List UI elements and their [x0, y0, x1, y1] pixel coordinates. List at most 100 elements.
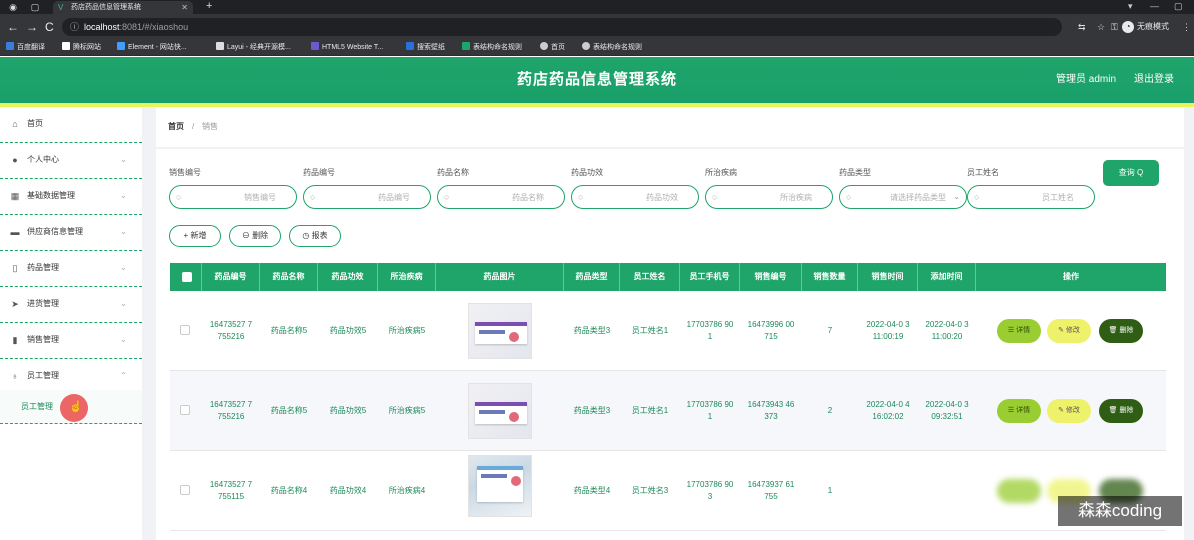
cell-sale-qty: 2: [827, 406, 833, 415]
sidebar-item-sales[interactable]: ▮ 销售管理 ⌄: [0, 323, 142, 359]
chevron-down-icon: ⌄: [120, 299, 127, 308]
bookmark-item[interactable]: 表结构命名规则: [462, 42, 522, 53]
app-header: 药店药品信息管理系统 管理员 admin 退出登录: [0, 57, 1194, 107]
search-input-wrap: ○: [705, 185, 833, 209]
column-header: 员工姓名: [620, 263, 680, 291]
column-header: 药品编号: [202, 263, 260, 291]
bookmark-item[interactable]: Layui - 经典开源模...: [216, 42, 291, 53]
home-icon: ⌂: [12, 119, 18, 129]
sidebar-item-basic-data[interactable]: ▦ 基础数据管理 ⌄: [0, 179, 142, 215]
bookmark-icon: [216, 42, 224, 50]
drug-no-input[interactable]: [320, 188, 424, 206]
bookmark-icon: [6, 42, 14, 50]
cell-drug-name: 药品名称5: [270, 406, 308, 415]
disease-input[interactable]: [722, 188, 826, 206]
column-header: 药品名称: [260, 263, 318, 291]
browser-tab[interactable]: V 药店药品信息管理系统 ✕: [53, 1, 193, 14]
bookmark-icon: [406, 42, 414, 50]
watermark: 森森coding: [1058, 496, 1182, 526]
sidebar-item-supplier[interactable]: ▬ 供应商信息管理 ⌄: [0, 215, 142, 251]
sidebar-item-profile[interactable]: ● 个人中心 ⌄: [0, 143, 142, 179]
edit-button[interactable]: ✎ 修改: [1047, 399, 1091, 423]
sidebar-item-staff[interactable]: ♁ 员工管理 ⌃: [0, 359, 142, 390]
bookmark-icon: [540, 42, 548, 50]
select-all-checkbox[interactable]: [182, 272, 192, 282]
drug-image[interactable]: [468, 303, 532, 359]
translate-icon[interactable]: ⇆: [1078, 21, 1086, 33]
close-tab-icon[interactable]: ✕: [181, 1, 188, 14]
sidebar-item-home[interactable]: ⌂ 首页: [0, 107, 142, 143]
bookmark-item[interactable]: 腾标网站: [62, 42, 101, 53]
drug-type-input[interactable]: [856, 188, 960, 206]
search-icon: ○: [846, 192, 852, 202]
search-input-wrap: ○: [303, 185, 431, 209]
breadcrumb-current: 销售: [202, 122, 218, 131]
cell-sale-no: 16473937 61755: [747, 480, 795, 501]
delete-button[interactable]: ⊖ 删除: [229, 225, 281, 247]
detail-button[interactable]: ☰ 详情: [997, 399, 1041, 423]
sidebar-item-drugs[interactable]: ▯ 药品管理 ⌄: [0, 251, 142, 287]
select-all-cell: [170, 263, 202, 291]
detail-button[interactable]: [997, 479, 1041, 503]
reload-icon[interactable]: C: [45, 20, 54, 34]
forward-icon[interactable]: →: [26, 20, 38, 34]
column-header: 药品功效: [318, 263, 378, 291]
column-header: 操作: [1063, 272, 1079, 281]
bookmark-item[interactable]: 搜索壁纸: [406, 42, 445, 53]
bookmark-icon: [311, 42, 319, 50]
drug-image[interactable]: [468, 455, 532, 517]
logout-link[interactable]: 退出登录: [1134, 57, 1174, 103]
drug-box-image: [475, 322, 527, 344]
breadcrumb-home[interactable]: 首页: [168, 121, 184, 133]
staff-name-input[interactable]: [984, 188, 1088, 206]
add-button[interactable]: + 新增: [169, 225, 221, 247]
bookmark-item[interactable]: 首页: [540, 42, 565, 53]
row-checkbox[interactable]: [180, 325, 190, 335]
tab-search-icon[interactable]: ▢: [30, 2, 40, 12]
drug-box-image: [477, 466, 523, 502]
column-header: 销售编号: [740, 263, 802, 291]
column-header: 销售数量: [802, 263, 858, 291]
drug-effect-input[interactable]: [588, 188, 692, 206]
drug-name-input[interactable]: [454, 188, 558, 206]
bookmark-item[interactable]: 百度翻译: [6, 42, 45, 53]
drug-image[interactable]: [468, 383, 532, 439]
sidebar-item-purchase[interactable]: ➤ 进货管理 ⌄: [0, 287, 142, 323]
query-button[interactable]: 查询 Q: [1103, 160, 1159, 186]
new-tab-button[interactable]: +: [206, 0, 212, 13]
report-button[interactable]: ◷ 报表: [289, 225, 341, 247]
minimize-icon[interactable]: ▾: [1128, 0, 1133, 13]
more-menu-icon[interactable]: ⋮: [1182, 21, 1191, 33]
incognito-profile[interactable]: ◔ 无痕模式: [1122, 20, 1169, 34]
bookmark-item[interactable]: HTML5 Website T...: [311, 42, 383, 53]
edit-button[interactable]: ✎ 修改: [1047, 319, 1091, 343]
drug-type-select[interactable]: ○⌄: [839, 185, 967, 209]
bookmark-item[interactable]: 表结构命名规则: [582, 42, 642, 53]
bookmark-label: 表结构命名规则: [473, 44, 522, 51]
cell-staff-phone: 17703786 903: [686, 480, 734, 501]
sidebar-item-label: 销售管理: [27, 335, 59, 344]
close-window-icon[interactable]: ▢: [1174, 0, 1183, 13]
bookmark-label: 百度翻译: [17, 44, 45, 51]
detail-button[interactable]: ☰ 详情: [997, 319, 1041, 343]
cell-sale-no: 16473996 00715: [747, 320, 795, 341]
delete-row-button[interactable]: 🗑 删除: [1099, 399, 1143, 423]
row-checkbox[interactable]: [180, 485, 190, 495]
address-toolbar: ← → C ⓘ localhost:8081/#/xiaoshou ⇆ ☆ ⚿ …: [0, 14, 1194, 40]
back-icon[interactable]: ←: [7, 20, 19, 34]
url-bar[interactable]: ⓘ localhost:8081/#/xiaoshou: [62, 18, 1062, 36]
delete-row-button[interactable]: 🗑 删除: [1099, 319, 1143, 343]
cell-drug-code: 16473527 7755216: [209, 400, 253, 421]
row-checkbox[interactable]: [180, 405, 190, 415]
sale-no-input[interactable]: [186, 188, 290, 206]
bookmark-star-icon[interactable]: ☆: [1097, 21, 1105, 33]
cell-drug-type: 药品类型4: [573, 486, 611, 495]
chevron-down-icon: ⌄: [120, 191, 127, 200]
key-icon[interactable]: ⚿: [1111, 21, 1118, 33]
bookmark-label: 表结构命名规则: [593, 44, 642, 51]
bookmark-item[interactable]: Element - 网站快...: [117, 42, 187, 53]
search-input-wrap: ○: [967, 185, 1095, 209]
browser-menu-icon[interactable]: ◉: [8, 2, 18, 12]
restore-icon[interactable]: —: [1150, 0, 1159, 13]
site-info-icon[interactable]: ⓘ: [70, 18, 79, 36]
